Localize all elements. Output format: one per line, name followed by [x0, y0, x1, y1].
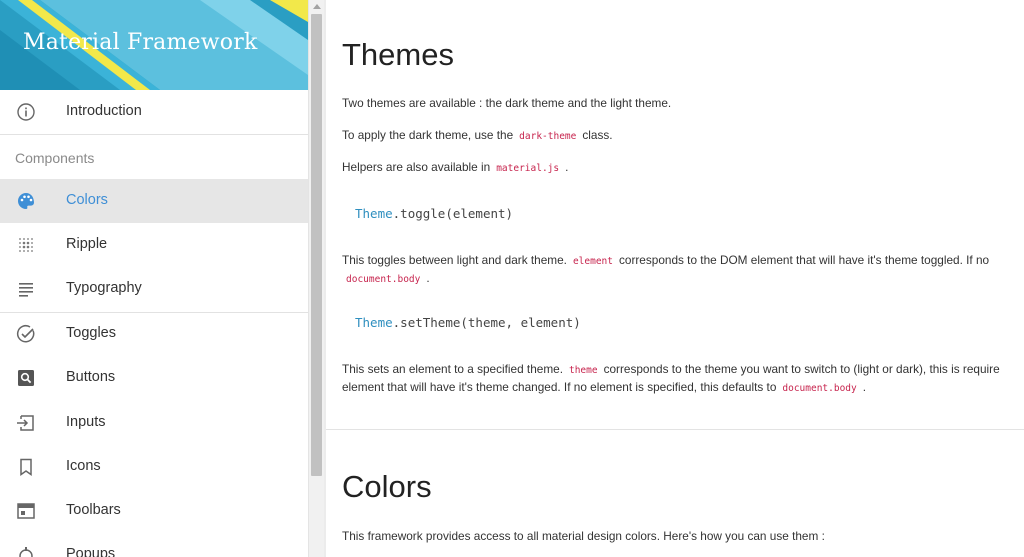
inline-code: dark-theme [519, 131, 577, 142]
themes-paragraph-5-line-2: element that will have it's theme change… [342, 378, 866, 398]
code-object: Theme [355, 315, 393, 330]
text: . [426, 271, 430, 285]
bookmark-icon [16, 457, 36, 477]
dot-grid-icon [16, 235, 36, 255]
sidebar-item-buttons[interactable]: Buttons [0, 356, 308, 400]
sidebar-item-toggles[interactable]: Toggles [0, 312, 308, 356]
inline-code: document.body [346, 274, 421, 285]
info-circle-icon [16, 102, 36, 122]
brand-title[interactable]: Material Framework [23, 30, 258, 55]
code-object: Theme [355, 206, 393, 221]
code-method: .setTheme(theme, element) [392, 315, 581, 330]
section-divider [326, 429, 1024, 430]
divider [0, 134, 308, 135]
sidebar-item-label: Icons [66, 458, 101, 474]
text: . [862, 380, 867, 394]
text: element that will have it's theme change… [342, 380, 777, 394]
sidebar-item-ripple[interactable]: Ripple [0, 223, 308, 267]
text: corresponds to the DOM element that will… [618, 253, 990, 267]
palette-icon [16, 191, 36, 211]
sidebar-item-label: Toggles [66, 325, 116, 341]
inline-code: theme [568, 365, 598, 376]
inline-code: material.js [496, 163, 560, 174]
text: Helpers are also available in [342, 160, 491, 174]
sidebar-item-colors[interactable]: Colors [0, 179, 308, 223]
themes-paragraph-1: Two themes are available : the dark them… [342, 96, 672, 110]
code-block-toggle: Theme.toggle(element) [355, 206, 513, 221]
sidebar-item-label: Toolbars [66, 502, 121, 518]
scroll-up-arrow-icon[interactable] [313, 4, 321, 9]
themes-paragraph-4: This toggles between light and dark them… [342, 251, 989, 271]
toolbar-window-icon [16, 501, 36, 521]
code-block-set-theme: Theme.setTheme(theme, element) [355, 315, 581, 330]
text-lines-icon [16, 279, 36, 299]
sidebar-item-label: Ripple [66, 236, 108, 252]
inline-code: document.body [782, 383, 857, 394]
sidebar-item-toolbars[interactable]: Toolbars [0, 489, 308, 533]
text: class. [582, 128, 613, 142]
scrollbar-thumb[interactable] [311, 14, 322, 476]
input-arrow-icon [16, 413, 36, 433]
colors-paragraph-1: This framework provides access to all ma… [342, 529, 825, 543]
sidebar-item-label: Popups [66, 546, 116, 557]
sidebar-item-inputs[interactable]: Inputs [0, 401, 308, 445]
inline-code: element [572, 256, 613, 267]
sidebar-item-label: Inputs [66, 414, 106, 430]
search-box-icon [16, 368, 36, 388]
text: corresponds to the theme you want to swi… [603, 362, 1000, 376]
text: This sets an element to a specified them… [342, 362, 563, 376]
text: . [565, 160, 569, 174]
sidebar-item-introduction[interactable]: Introduction [0, 90, 308, 134]
sidebar-header: Material Framework [0, 0, 308, 90]
themes-paragraph-5: This sets an element to a specified them… [342, 360, 1000, 380]
code-method: .toggle(element) [392, 206, 514, 221]
themes-paragraph-3: Helpers are also available in material.js… [342, 158, 568, 178]
sidebar-scrollbar[interactable] [308, 0, 324, 557]
themes-paragraph-4-line-2: document.body. [342, 269, 430, 289]
themes-heading: Themes [342, 37, 454, 72]
text: To apply the dark theme, use the [342, 128, 514, 142]
themes-paragraph-2: To apply the dark theme, use the dark-the… [342, 126, 613, 146]
sidebar-item-label: Typography [66, 280, 142, 296]
sidebar-item-label: Colors [66, 192, 108, 208]
main-content: Themes Two themes are available : the da… [326, 0, 1024, 557]
sidebar-item-popups[interactable]: Popups [0, 533, 308, 557]
sidebar-item-label: Introduction [66, 103, 142, 119]
popup-icon [16, 545, 36, 557]
sidebar-item-typography[interactable]: Typography [0, 267, 308, 311]
section-label-components: Components [15, 150, 95, 166]
colors-heading: Colors [342, 469, 432, 504]
text: This toggles between light and dark them… [342, 253, 567, 267]
sidebar: Material Framework Introduction Componen… [0, 0, 308, 557]
sidebar-item-icons[interactable]: Icons [0, 445, 308, 489]
sidebar-item-label: Buttons [66, 369, 116, 385]
check-circle-icon [16, 324, 36, 344]
